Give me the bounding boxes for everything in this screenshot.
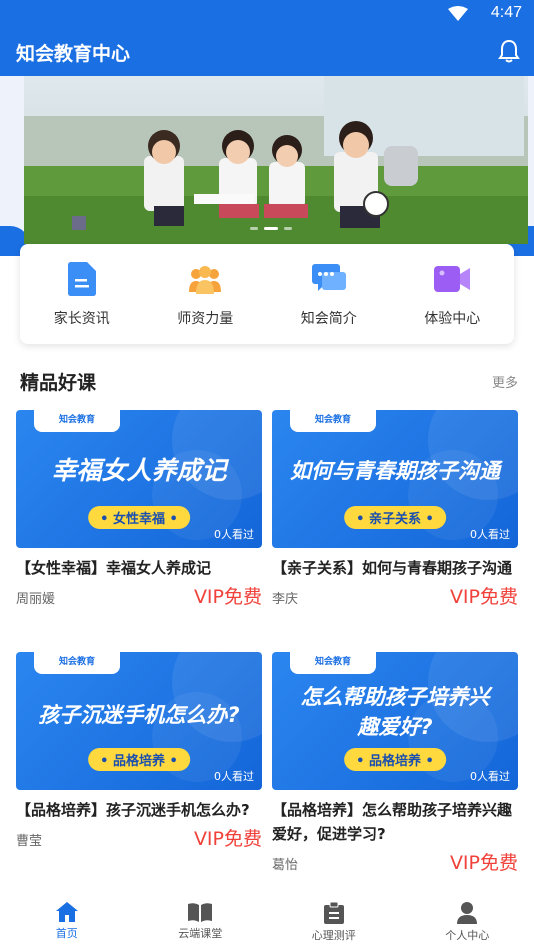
course-author: 周丽媛 (16, 592, 56, 607)
category-tag: • 亲子关系 • (344, 506, 446, 529)
nav-label: 心理测评 (311, 929, 356, 942)
thumbnail-title: 幸福女人养成记 (51, 456, 227, 485)
category-tag: • 女性幸福 • (88, 506, 190, 529)
team-icon (189, 266, 222, 294)
category-tag: • 品格培养 • (88, 748, 190, 771)
logo: 知会教育 (290, 410, 376, 432)
quick-link-teachers[interactable]: 师资力量 (144, 244, 268, 344)
course-card[interactable]: 知会教育 孩子沉迷手机怎么办? • 品格培养 • 0人看过 【品格培养】孩子沉迷… (16, 652, 262, 852)
status-time: 4:47 (490, 4, 522, 21)
quick-link-label: 师资力量 (177, 311, 234, 327)
status-bar: 4:47 (0, 0, 534, 28)
nav-label: 个人中心 (445, 929, 490, 942)
app-bar: 知会教育中心 (0, 28, 534, 76)
chat-icon (311, 264, 346, 291)
nav-cloud-class[interactable]: 云端课堂 (134, 892, 268, 949)
course-thumbnail: 知会教育 怎么帮助孩子培养兴趣爱好? • 品格培养 • 0人看过 (272, 652, 518, 790)
course-title: 【品格培养】孩子沉迷手机怎么办? (16, 801, 250, 819)
section-header: 精品好课 更多 (0, 366, 534, 396)
wifi-icon (448, 6, 468, 21)
app-title: 知会教育中心 (16, 43, 131, 65)
thumbnail-title: 如何与青春期孩子沟通 (290, 459, 500, 483)
course-price: VIP免费 (193, 828, 262, 850)
person-icon (457, 902, 478, 924)
quick-link-label: 知会简介 (300, 311, 357, 327)
course-price: VIP免费 (193, 586, 262, 608)
course-author: 曹莹 (16, 834, 43, 849)
banner-image (24, 76, 528, 244)
nav-psych-test[interactable]: 心理测评 (267, 892, 401, 949)
clipboard-icon (323, 902, 344, 924)
course-thumbnail: 知会教育 幸福女人养成记 • 女性幸福 • 0人看过 (16, 410, 262, 548)
bottom-nav: 首页 云端课堂 心理测评 个人中心 (0, 892, 534, 949)
course-card[interactable]: 知会教育 幸福女人养成记 • 女性幸福 • 0人看过 【女性幸福】幸福女人养成记… (16, 410, 262, 610)
course-thumbnail: 知会教育 孩子沉迷手机怎么办? • 品格培养 • 0人看过 (16, 652, 262, 790)
course-title: 【品格培养】怎么帮助孩子培养兴趣爱好，促进学习? (272, 801, 513, 843)
course-thumbnail: 知会教育 如何与青春期孩子沟通 • 亲子关系 • 0人看过 (272, 410, 518, 548)
view-count: 0人看过 (214, 770, 254, 783)
logo: 知会教育 (34, 410, 120, 432)
quick-link-about[interactable]: 知会简介 (267, 244, 391, 344)
logo: 知会教育 (34, 652, 120, 674)
quick-link-experience[interactable]: 体验中心 (391, 244, 515, 344)
carousel-dots (250, 227, 292, 230)
banner-carousel[interactable] (24, 76, 528, 244)
nav-profile[interactable]: 个人中心 (401, 892, 534, 949)
course-card[interactable]: 知会教育 如何与青春期孩子沟通 • 亲子关系 • 0人看过 【亲子关系】如何与青… (272, 410, 518, 610)
quick-link-label: 家长资讯 (53, 311, 110, 327)
nav-home[interactable]: 首页 (0, 892, 134, 949)
nav-label: 云端课堂 (178, 927, 223, 940)
view-count: 0人看过 (470, 770, 510, 783)
book-icon (188, 903, 213, 922)
document-icon (67, 262, 96, 296)
course-author: 葛怡 (272, 858, 299, 873)
quick-link-parent-news[interactable]: 家长资讯 (20, 244, 144, 344)
more-link[interactable]: 更多 (492, 372, 518, 391)
quick-link-label: 体验中心 (424, 311, 481, 327)
view-count: 0人看过 (214, 528, 254, 541)
thumbnail-title: 怎么帮助孩子培养兴趣爱好? (300, 685, 490, 739)
logo: 知会教育 (290, 652, 376, 674)
bell-icon[interactable] (498, 39, 520, 63)
video-icon (434, 266, 471, 292)
course-title: 【亲子关系】如何与青春期孩子沟通 (272, 559, 513, 577)
thumbnail-title: 孩子沉迷手机怎么办? (38, 703, 240, 727)
section-title: 精品好课 (20, 372, 97, 394)
view-count: 0人看过 (470, 528, 510, 541)
course-title: 【女性幸福】幸福女人养成记 (16, 559, 212, 577)
nav-label: 首页 (55, 927, 78, 940)
course-price: VIP免费 (449, 586, 518, 608)
home-icon (55, 902, 78, 922)
category-tag: • 品格培养 • (344, 748, 446, 771)
course-card[interactable]: 知会教育 怎么帮助孩子培养兴趣爱好? • 品格培养 • 0人看过 【品格培养】怎… (272, 652, 518, 876)
course-price: VIP免费 (449, 852, 518, 874)
quick-links: 家长资讯 师资力量 知会简介 体验中心 (20, 244, 514, 344)
course-author: 李庆 (272, 592, 299, 607)
